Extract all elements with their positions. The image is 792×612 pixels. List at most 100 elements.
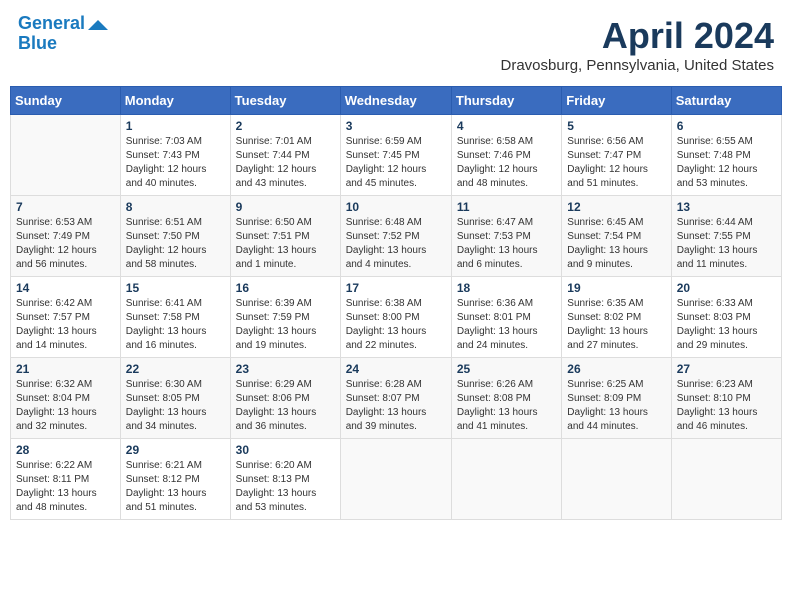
day-info: Sunrise: 7:03 AM Sunset: 7:43 PM Dayligh…	[126, 135, 225, 191]
calendar-cell: 19 Sunrise: 6:35 AM Sunset: 8:02 PM Dayli…	[562, 277, 671, 358]
day-info: Sunrise: 6:50 AM Sunset: 7:51 PM Dayligh…	[236, 216, 335, 272]
day-number: 24	[346, 362, 446, 376]
calendar-cell: 8 Sunrise: 6:51 AM Sunset: 7:50 PM Daylig…	[120, 196, 230, 277]
day-number: 9	[236, 200, 335, 214]
calendar-cell: 24 Sunrise: 6:28 AM Sunset: 8:07 PM Dayli…	[340, 358, 451, 439]
logo-text-line2: Blue	[18, 34, 57, 54]
day-info: Sunrise: 6:28 AM Sunset: 8:07 PM Dayligh…	[346, 378, 446, 434]
day-info: Sunrise: 7:01 AM Sunset: 7:44 PM Dayligh…	[236, 135, 335, 191]
day-number: 17	[346, 281, 446, 295]
day-number: 26	[567, 362, 665, 376]
day-number: 27	[677, 362, 776, 376]
col-header-sunday: Sunday	[11, 87, 121, 115]
calendar-week-row: 28 Sunrise: 6:22 AM Sunset: 8:11 PM Dayli…	[11, 439, 782, 520]
day-info: Sunrise: 6:25 AM Sunset: 8:09 PM Dayligh…	[567, 378, 665, 434]
day-info: Sunrise: 6:58 AM Sunset: 7:46 PM Dayligh…	[457, 135, 556, 191]
calendar-cell: 2 Sunrise: 7:01 AM Sunset: 7:44 PM Daylig…	[230, 115, 340, 196]
calendar-cell: 3 Sunrise: 6:59 AM Sunset: 7:45 PM Daylig…	[340, 115, 451, 196]
day-info: Sunrise: 6:33 AM Sunset: 8:03 PM Dayligh…	[677, 297, 776, 353]
calendar-cell: 6 Sunrise: 6:55 AM Sunset: 7:48 PM Daylig…	[671, 115, 781, 196]
day-number: 10	[346, 200, 446, 214]
day-number: 15	[126, 281, 225, 295]
month-title: April 2024	[501, 14, 774, 57]
day-info: Sunrise: 6:42 AM Sunset: 7:57 PM Dayligh…	[16, 297, 115, 353]
day-info: Sunrise: 6:21 AM Sunset: 8:12 PM Dayligh…	[126, 459, 225, 515]
day-info: Sunrise: 6:23 AM Sunset: 8:10 PM Dayligh…	[677, 378, 776, 434]
day-number: 2	[236, 119, 335, 133]
day-info: Sunrise: 6:36 AM Sunset: 8:01 PM Dayligh…	[457, 297, 556, 353]
day-info: Sunrise: 6:32 AM Sunset: 8:04 PM Dayligh…	[16, 378, 115, 434]
calendar-cell: 20 Sunrise: 6:33 AM Sunset: 8:03 PM Dayli…	[671, 277, 781, 358]
day-number: 5	[567, 119, 665, 133]
day-info: Sunrise: 6:35 AM Sunset: 8:02 PM Dayligh…	[567, 297, 665, 353]
calendar-week-row: 1 Sunrise: 7:03 AM Sunset: 7:43 PM Daylig…	[11, 115, 782, 196]
day-info: Sunrise: 6:22 AM Sunset: 8:11 PM Dayligh…	[16, 459, 115, 515]
calendar-cell: 10 Sunrise: 6:48 AM Sunset: 7:52 PM Dayli…	[340, 196, 451, 277]
day-number: 14	[16, 281, 115, 295]
day-number: 13	[677, 200, 776, 214]
day-number: 25	[457, 362, 556, 376]
day-number: 11	[457, 200, 556, 214]
day-number: 22	[126, 362, 225, 376]
day-info: Sunrise: 6:45 AM Sunset: 7:54 PM Dayligh…	[567, 216, 665, 272]
day-number: 3	[346, 119, 446, 133]
calendar-cell: 22 Sunrise: 6:30 AM Sunset: 8:05 PM Dayli…	[120, 358, 230, 439]
calendar-cell: 16 Sunrise: 6:39 AM Sunset: 7:59 PM Dayli…	[230, 277, 340, 358]
day-number: 16	[236, 281, 335, 295]
calendar-cell: 7Sunrise: 6:53 AM Sunset: 7:49 PM Daylig…	[11, 196, 121, 277]
col-header-friday: Friday	[562, 87, 671, 115]
title-area: April 2024 Dravosburg, Pennsylvania, Uni…	[501, 14, 774, 74]
col-header-thursday: Thursday	[451, 87, 561, 115]
calendar-week-row: 7Sunrise: 6:53 AM Sunset: 7:49 PM Daylig…	[11, 196, 782, 277]
calendar-cell: 5 Sunrise: 6:56 AM Sunset: 7:47 PM Daylig…	[562, 115, 671, 196]
day-info: Sunrise: 6:30 AM Sunset: 8:05 PM Dayligh…	[126, 378, 225, 434]
calendar-cell: 13 Sunrise: 6:44 AM Sunset: 7:55 PM Dayli…	[671, 196, 781, 277]
day-number: 23	[236, 362, 335, 376]
day-info: Sunrise: 6:44 AM Sunset: 7:55 PM Dayligh…	[677, 216, 776, 272]
day-number: 12	[567, 200, 665, 214]
calendar-cell: 11 Sunrise: 6:47 AM Sunset: 7:53 PM Dayli…	[451, 196, 561, 277]
calendar-cell: 25Sunrise: 6:26 AM Sunset: 8:08 PM Dayli…	[451, 358, 561, 439]
calendar-cell: 12 Sunrise: 6:45 AM Sunset: 7:54 PM Dayli…	[562, 196, 671, 277]
day-number: 7	[16, 200, 115, 214]
day-number: 29	[126, 443, 225, 457]
calendar-cell: 4 Sunrise: 6:58 AM Sunset: 7:46 PM Daylig…	[451, 115, 561, 196]
day-info: Sunrise: 6:55 AM Sunset: 7:48 PM Dayligh…	[677, 135, 776, 191]
calendar-cell: 18 Sunrise: 6:36 AM Sunset: 8:01 PM Dayli…	[451, 277, 561, 358]
day-info: Sunrise: 6:41 AM Sunset: 7:58 PM Dayligh…	[126, 297, 225, 353]
day-info: Sunrise: 6:59 AM Sunset: 7:45 PM Dayligh…	[346, 135, 446, 191]
day-info: Sunrise: 6:20 AM Sunset: 8:13 PM Dayligh…	[236, 459, 335, 515]
calendar-cell	[451, 439, 561, 520]
day-number: 4	[457, 119, 556, 133]
day-number: 6	[677, 119, 776, 133]
day-number: 18	[457, 281, 556, 295]
calendar-week-row: 14 Sunrise: 6:42 AM Sunset: 7:57 PM Dayli…	[11, 277, 782, 358]
day-number: 1	[126, 119, 225, 133]
day-info: Sunrise: 6:51 AM Sunset: 7:50 PM Dayligh…	[126, 216, 225, 272]
day-info: Sunrise: 6:56 AM Sunset: 7:47 PM Dayligh…	[567, 135, 665, 191]
col-header-saturday: Saturday	[671, 87, 781, 115]
day-number: 30	[236, 443, 335, 457]
day-number: 28	[16, 443, 115, 457]
logo-text-line1: General	[18, 14, 85, 34]
calendar-cell: 17 Sunrise: 6:38 AM Sunset: 8:00 PM Dayli…	[340, 277, 451, 358]
calendar-cell: 1 Sunrise: 7:03 AM Sunset: 7:43 PM Daylig…	[120, 115, 230, 196]
day-info: Sunrise: 6:39 AM Sunset: 7:59 PM Dayligh…	[236, 297, 335, 353]
calendar-cell: 26 Sunrise: 6:25 AM Sunset: 8:09 PM Dayli…	[562, 358, 671, 439]
day-info: Sunrise: 6:47 AM Sunset: 7:53 PM Dayligh…	[457, 216, 556, 272]
logo: General Blue	[18, 14, 108, 54]
day-info: Sunrise: 6:48 AM Sunset: 7:52 PM Dayligh…	[346, 216, 446, 272]
calendar-cell: 27 Sunrise: 6:23 AM Sunset: 8:10 PM Dayli…	[671, 358, 781, 439]
day-number: 8	[126, 200, 225, 214]
calendar-header-row: SundayMondayTuesdayWednesdayThursdayFrid…	[11, 87, 782, 115]
calendar-cell: 29 Sunrise: 6:21 AM Sunset: 8:12 PM Dayli…	[120, 439, 230, 520]
calendar-cell	[340, 439, 451, 520]
day-number: 19	[567, 281, 665, 295]
col-header-monday: Monday	[120, 87, 230, 115]
calendar-cell: 23 Sunrise: 6:29 AM Sunset: 8:06 PM Dayli…	[230, 358, 340, 439]
day-number: 20	[677, 281, 776, 295]
day-info: Sunrise: 6:29 AM Sunset: 8:06 PM Dayligh…	[236, 378, 335, 434]
col-header-wednesday: Wednesday	[340, 87, 451, 115]
day-info: Sunrise: 6:38 AM Sunset: 8:00 PM Dayligh…	[346, 297, 446, 353]
day-number: 21	[16, 362, 115, 376]
